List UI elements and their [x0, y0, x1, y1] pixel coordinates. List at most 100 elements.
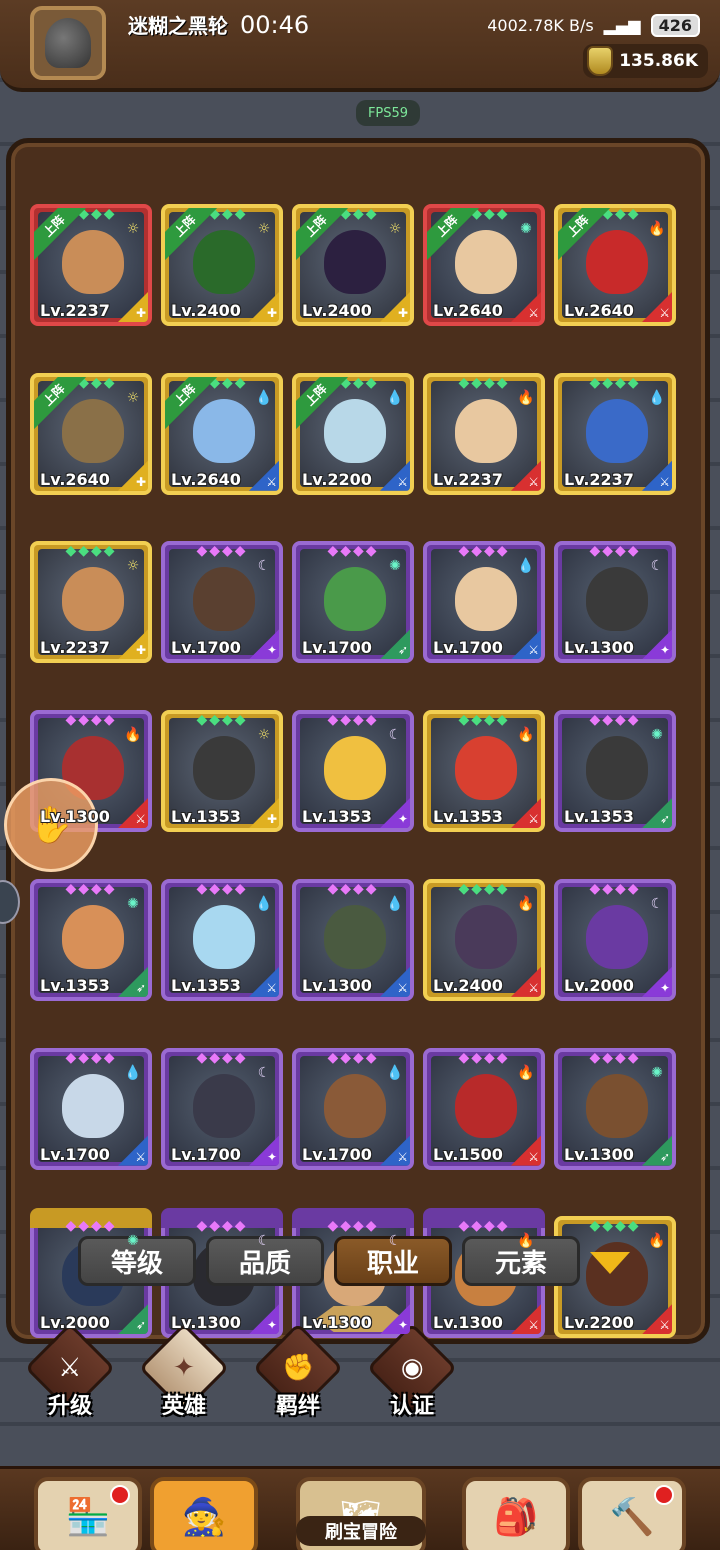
water-element-icon: 💧: [255, 389, 273, 406]
hero-card[interactable]: ◆◆◆◆ 🔥 ⚔ Lv.2237: [423, 372, 545, 495]
hero-level: Lv.1300: [302, 975, 372, 995]
moon-element-icon: ☾: [257, 1064, 271, 1081]
sort-dropdown-arrow-icon[interactable]: [590, 1252, 630, 1274]
fist-icon: ✊: [281, 1353, 315, 1383]
hero-face: [62, 567, 124, 632]
hero-level: Lv.1353: [564, 807, 634, 827]
hero-face: [193, 736, 255, 801]
hero-level: Lv.2400: [171, 301, 241, 320]
hero-card[interactable]: ◆◆◆◆ ✺ ➶ Lv.1700: [292, 541, 414, 664]
hero-level: Lv.2237: [433, 469, 503, 489]
hero-face: [586, 398, 648, 463]
hero-face: [455, 230, 517, 294]
fire-element-icon: 🔥: [517, 1233, 535, 1250]
subnav-upgrade[interactable]: ⚔ 升级: [24, 1322, 116, 1420]
water-element-icon: 💧: [386, 389, 404, 406]
hero-card[interactable]: ◆◆◆◆ ☾ ✦ Lv.1300: [554, 541, 676, 664]
sort-tabs: 等级 品质 职业 元素: [78, 1236, 580, 1286]
hero-level: Lv.2237: [40, 638, 110, 658]
fire-element-icon: 🔥: [517, 895, 535, 912]
hero-card[interactable]: ◆◆◆◆ ☼ ✚ Lv.1353: [161, 710, 283, 833]
notification-dot: [110, 1485, 130, 1505]
hero-level: Lv.1300: [564, 1144, 634, 1164]
hero-level: Lv.2400: [302, 301, 372, 320]
hero-level: Lv.2640: [433, 301, 503, 320]
hero-level: Lv.1700: [171, 1144, 241, 1164]
moon-element-icon: ☾: [388, 727, 402, 744]
shop-button[interactable]: 🏪: [34, 1477, 142, 1550]
hero-card[interactable]: ◆◆◆◆ ☾ ✦ Lv.2000: [554, 878, 676, 1001]
hero-card[interactable]: ◆◆◆◆ 💧 ⚔ Lv.2640 上阵: [161, 372, 283, 495]
hero-card[interactable]: ◆◆◆◆ ✺ ➶ Lv.1300: [554, 1047, 676, 1170]
fire-element-icon: 🔥: [517, 727, 535, 744]
hero-card[interactable]: ◆◆◆◆ ☼ ✚ Lv.2237 上阵: [30, 204, 152, 326]
notification-dot: [654, 1485, 674, 1505]
fire-element-icon: 🔥: [124, 727, 142, 744]
shop-icon: 🏪: [65, 1497, 111, 1538]
subnav-bonds[interactable]: ✊ 羁绊: [252, 1322, 344, 1420]
hero-card[interactable]: ◆◆◆◆ 💧 ⚔ Lv.1700: [423, 541, 545, 664]
signal-icon: ▂▄▆: [603, 15, 641, 35]
subnav-heroes[interactable]: ✦ 英雄: [138, 1322, 230, 1420]
hero-card[interactable]: ◆◆◆◆ 🔥 ⚔ Lv.1500: [423, 1047, 545, 1170]
sun-element-icon: ☼: [126, 221, 140, 237]
hero-card[interactable]: ◆◆◆◆ 💧 ⚔ Lv.1353: [161, 878, 283, 1001]
hero-card[interactable]: ◆◆◆◆ ☾ ✦ Lv.1700: [161, 541, 283, 664]
hero-portrait-icon: 🧙: [181, 1497, 227, 1538]
hero-face: [455, 904, 517, 969]
potion-amount: 135.86K: [619, 51, 698, 71]
hero-icon: ✦: [173, 1352, 195, 1383]
inventory-button[interactable]: 🎒: [462, 1477, 570, 1550]
hero-level: Lv.1300: [433, 1313, 503, 1333]
sun-element-icon: ☼: [388, 221, 402, 237]
wind-element-icon: ✺: [651, 1064, 663, 1081]
hero-card[interactable]: ◆◆◆◆ ☼ ✚ Lv.2400 上阵: [161, 204, 283, 326]
hero-card[interactable]: ◆◆◆◆ ✺ ⚔ Lv.2640 上阵: [423, 204, 545, 326]
hero-level: Lv.1700: [433, 638, 503, 658]
water-element-icon: 💧: [255, 895, 273, 912]
hero-level: Lv.1300: [564, 638, 634, 658]
hero-face: [324, 1073, 386, 1138]
water-element-icon: 💧: [648, 389, 666, 406]
sun-element-icon: ☼: [126, 389, 140, 406]
hero-level: Lv.1700: [302, 1144, 372, 1164]
hero-card[interactable]: ◆◆◆◆ 💧 ⚔ Lv.2200 上阵: [292, 372, 414, 495]
hero-subnav: ⚔ 升级 ✦ 英雄 ✊ 羁绊 ◉ 认证: [24, 1322, 458, 1420]
hero-face: [455, 398, 517, 463]
hero-card[interactable]: ◆◆◆◆ ✺ ➶ Lv.1353: [30, 878, 152, 1001]
hero-level: Lv.1700: [302, 638, 372, 658]
hero-card[interactable]: ◆◆◆◆ 🔥 ⚔ Lv.1300: [30, 710, 152, 833]
hero-face: [324, 398, 386, 463]
hero-level: Lv.1353: [40, 975, 110, 995]
hero-level: Lv.1300: [171, 1313, 241, 1333]
hero-card[interactable]: ◆◆◆◆ ✺ ➶ Lv.1353: [554, 710, 676, 833]
hero-card[interactable]: ◆◆◆◆ 🔥 ⚔ Lv.2400: [423, 878, 545, 1001]
hero-card[interactable]: ◆◆◆◆ 💧 ⚔ Lv.1700: [30, 1047, 152, 1170]
hero-card[interactable]: ◆◆◆◆ 🔥 ⚔ Lv.2640 上阵: [554, 204, 676, 326]
hammer-icon: 🔨: [609, 1497, 655, 1538]
status-bar: 00:46 4002.78K B/s ▂▄▆ 426: [0, 0, 720, 50]
subnav-label: 升级: [47, 1394, 92, 1419]
hero-card[interactable]: ◆◆◆◆ ☼ ✚ Lv.2400 上阵: [292, 204, 414, 326]
subnav-certify[interactable]: ◉ 认证: [366, 1322, 458, 1420]
hero-card[interactable]: ◆◆◆◆ 🔥 ⚔ Lv.1353: [423, 710, 545, 833]
moon-element-icon: ☾: [650, 895, 664, 912]
hero-face: [193, 230, 255, 294]
hero-grid: ◆◆◆◆ ☼ ✚ Lv.2237 上阵 ◆◆◆◆ ☼ ✚ Lv.2400 上阵 …: [30, 204, 690, 1364]
hero-face: [193, 398, 255, 463]
heroes-nav-button[interactable]: 🧙: [150, 1477, 258, 1550]
hero-card[interactable]: ◆◆◆◆ ☾ ✦ Lv.1353: [292, 710, 414, 833]
hero-card[interactable]: ◆◆◆◆ 💧 ⚔ Lv.2237: [554, 372, 676, 495]
hero-card[interactable]: ◆◆◆◆ ☾ ✦ Lv.1700: [161, 1047, 283, 1170]
hero-face: [324, 904, 386, 969]
hero-face: [586, 567, 648, 632]
hero-card[interactable]: ◆◆◆◆ ☼ ✚ Lv.2237: [30, 541, 152, 664]
hero-card[interactable]: ◆◆◆◆ 💧 ⚔ Lv.1700: [292, 1047, 414, 1170]
hero-card[interactable]: ◆◆◆◆ 💧 ⚔ Lv.1300: [292, 878, 414, 1001]
hero-face: [455, 736, 517, 801]
sun-element-icon: ☼: [257, 727, 271, 744]
hero-card[interactable]: ◆◆◆◆ ☼ ✚ Lv.2640 上阵: [30, 372, 152, 495]
hero-face: [586, 904, 648, 969]
fire-element-icon: 🔥: [648, 1233, 666, 1250]
forge-button[interactable]: 🔨: [578, 1477, 686, 1550]
